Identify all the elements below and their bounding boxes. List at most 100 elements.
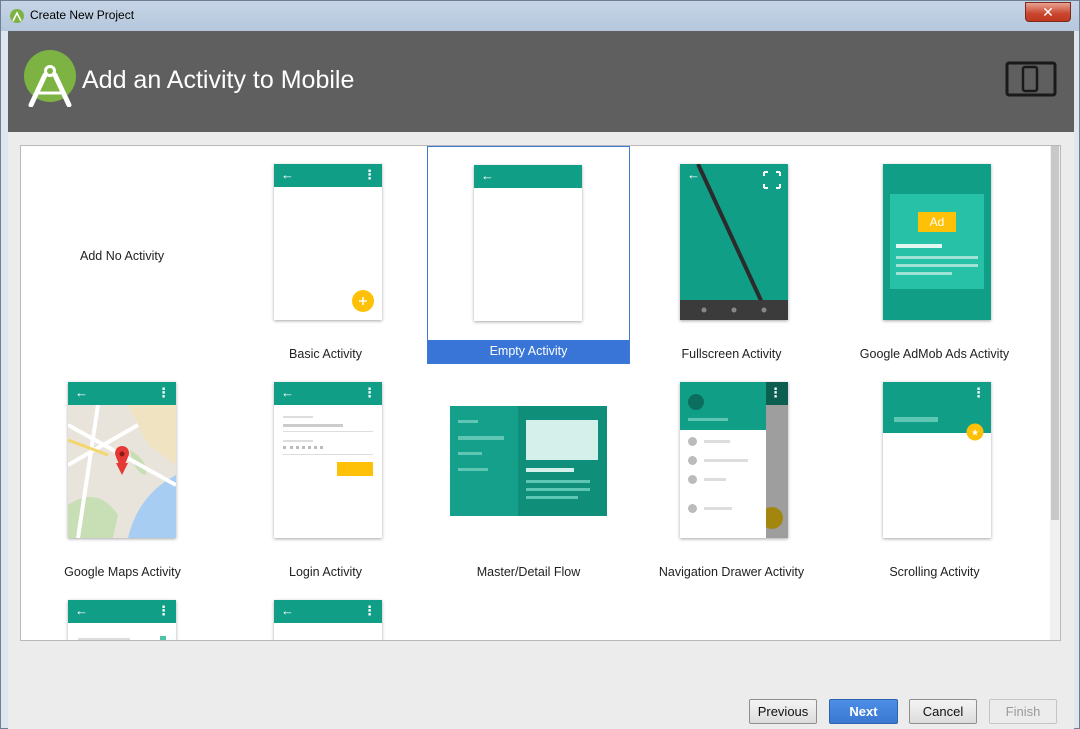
cancel-button[interactable]: Cancel bbox=[909, 699, 977, 724]
tile-admob-activity[interactable]: Ad Google AdMob Ads Activity bbox=[833, 146, 1036, 364]
fab-icon bbox=[352, 290, 374, 312]
back-arrow-icon: ← bbox=[281, 385, 294, 400]
app-bar: ← ⋮ bbox=[274, 164, 382, 187]
tile-label: Scrolling Activity bbox=[889, 565, 980, 579]
field-underline bbox=[283, 454, 373, 455]
tile-label: Google Maps Activity bbox=[64, 565, 181, 579]
text-placeholder bbox=[896, 256, 978, 259]
tile-master-detail-flow[interactable]: Master/Detail Flow bbox=[427, 364, 630, 582]
overflow-menu-icon: ⋮ bbox=[157, 385, 170, 400]
template-preview: Ad bbox=[883, 164, 991, 320]
tile-empty-activity[interactable]: ← Empty Activity bbox=[427, 146, 630, 364]
template-preview: ← bbox=[680, 164, 788, 320]
tile-label: Empty Activity bbox=[428, 340, 629, 363]
template-preview: ← bbox=[474, 165, 582, 321]
drawer-item-icon bbox=[688, 456, 697, 465]
text-placeholder bbox=[688, 418, 728, 421]
text-placeholder bbox=[894, 417, 938, 422]
text-placeholder bbox=[896, 244, 942, 248]
tile-partial-1[interactable]: ← ⋮ bbox=[21, 582, 224, 640]
tile-label: Add No Activity bbox=[80, 249, 165, 263]
gallery-scrollbar[interactable] bbox=[1050, 146, 1060, 640]
field-placeholder bbox=[283, 440, 313, 442]
template-preview: ← ⋮ bbox=[68, 382, 176, 538]
svg-text:★: ★ bbox=[971, 429, 979, 439]
field-underline bbox=[283, 431, 373, 432]
back-arrow-icon: ← bbox=[281, 167, 294, 182]
text-placeholder bbox=[78, 638, 130, 640]
tile-navigation-drawer-activity[interactable]: ⋮ Navigation Drawer Activity bbox=[630, 364, 833, 582]
title-bar[interactable]: Create New Project ✕ bbox=[1, 1, 1079, 31]
previous-button[interactable]: Previous bbox=[749, 699, 817, 724]
overflow-menu-icon: ⋮ bbox=[363, 603, 376, 618]
template-preview: ← ⋮ bbox=[274, 382, 382, 538]
text-placeholder bbox=[896, 272, 952, 275]
overflow-menu-icon: ⋮ bbox=[363, 385, 376, 400]
page-title: Add an Activity to Mobile bbox=[82, 66, 355, 94]
dialog-header: Add an Activity to Mobile bbox=[8, 31, 1074, 132]
tile-label: Fullscreen Activity bbox=[681, 347, 782, 361]
map-illustration bbox=[68, 405, 176, 538]
template-preview: ← ⋮ bbox=[274, 164, 382, 320]
tile-label: Google AdMob Ads Activity bbox=[859, 347, 1010, 361]
template-preview: ← ⋮ bbox=[68, 600, 176, 640]
tile-basic-activity[interactable]: ← ⋮ Basic Activity bbox=[224, 146, 427, 364]
fullscreen-illustration bbox=[680, 164, 788, 320]
app-bar: ← bbox=[474, 165, 582, 188]
template-preview: ⋮ bbox=[680, 382, 788, 538]
tile-label: Basic Activity bbox=[289, 347, 362, 361]
field-placeholder bbox=[283, 424, 343, 427]
navigation-drawer bbox=[680, 382, 766, 538]
star-fab-icon: ★ bbox=[966, 423, 984, 441]
close-window-button[interactable]: ✕ bbox=[1025, 2, 1071, 22]
text-placeholder bbox=[704, 440, 730, 443]
drawer-item-icon bbox=[688, 437, 697, 446]
overflow-menu-icon: ⋮ bbox=[157, 603, 170, 618]
field-placeholder bbox=[283, 416, 313, 418]
tile-fullscreen-activity[interactable]: ← Fullscreen Activity bbox=[630, 146, 833, 364]
indicator bbox=[160, 636, 166, 640]
template-preview: ← ⋮ bbox=[274, 600, 382, 640]
back-arrow-icon: ← bbox=[687, 167, 700, 182]
overflow-menu-icon: ⋮ bbox=[972, 385, 985, 400]
android-studio-icon bbox=[10, 9, 24, 23]
phone-tablet-icon bbox=[1005, 61, 1057, 97]
sign-in-placeholder bbox=[337, 462, 373, 476]
back-arrow-icon: ← bbox=[75, 385, 88, 400]
back-arrow-icon: ← bbox=[481, 168, 494, 183]
tile-google-maps-activity[interactable]: ← ⋮ Google Maps Activity bbox=[21, 364, 224, 582]
drawer-item-icon bbox=[688, 504, 697, 513]
activity-gallery: Add No Activity ← ⋮ Basic Activity ← Emp… bbox=[20, 145, 1061, 641]
app-bar: ← ⋮ bbox=[68, 600, 176, 623]
text-placeholder bbox=[704, 507, 732, 510]
android-studio-icon bbox=[24, 50, 76, 107]
drawer-header bbox=[680, 382, 766, 430]
tile-login-activity[interactable]: ← ⋮ Login Activity bbox=[224, 364, 427, 582]
master-detail-preview bbox=[450, 406, 607, 516]
app-bar: ← ⋮ bbox=[274, 382, 382, 405]
window-title: Create New Project bbox=[30, 8, 135, 22]
tile-partial-2[interactable]: ← ⋮ bbox=[224, 582, 427, 640]
back-arrow-icon: ← bbox=[281, 603, 294, 618]
finish-button[interactable]: Finish bbox=[989, 699, 1057, 724]
tile-scrolling-activity[interactable]: ⋮ ★ Scrolling Activity bbox=[833, 364, 1036, 582]
text-placeholder bbox=[704, 459, 748, 462]
text-placeholder bbox=[896, 264, 978, 267]
next-button[interactable]: Next bbox=[829, 699, 898, 724]
ad-panel: Ad bbox=[890, 194, 984, 289]
drawer-item-icon bbox=[688, 475, 697, 484]
tile-label: Login Activity bbox=[289, 565, 362, 579]
app-bar: ← ⋮ bbox=[274, 600, 382, 623]
dialog-body: Add an Activity to Mobile Add No Activit… bbox=[8, 31, 1074, 729]
app-bar: ← ⋮ bbox=[68, 382, 176, 405]
ad-badge: Ad bbox=[918, 212, 956, 232]
scrollbar-thumb[interactable] bbox=[1051, 146, 1059, 520]
tile-label: Navigation Drawer Activity bbox=[658, 565, 805, 579]
template-preview: ⋮ ★ bbox=[883, 382, 991, 538]
text-placeholder bbox=[704, 478, 726, 481]
overflow-menu-icon: ⋮ bbox=[363, 167, 376, 182]
tile-add-no-activity[interactable]: Add No Activity bbox=[21, 146, 224, 364]
back-arrow-icon: ← bbox=[75, 603, 88, 618]
dialog-window: Create New Project ✕ Add an Activity to … bbox=[0, 0, 1080, 729]
password-dots bbox=[283, 446, 323, 449]
